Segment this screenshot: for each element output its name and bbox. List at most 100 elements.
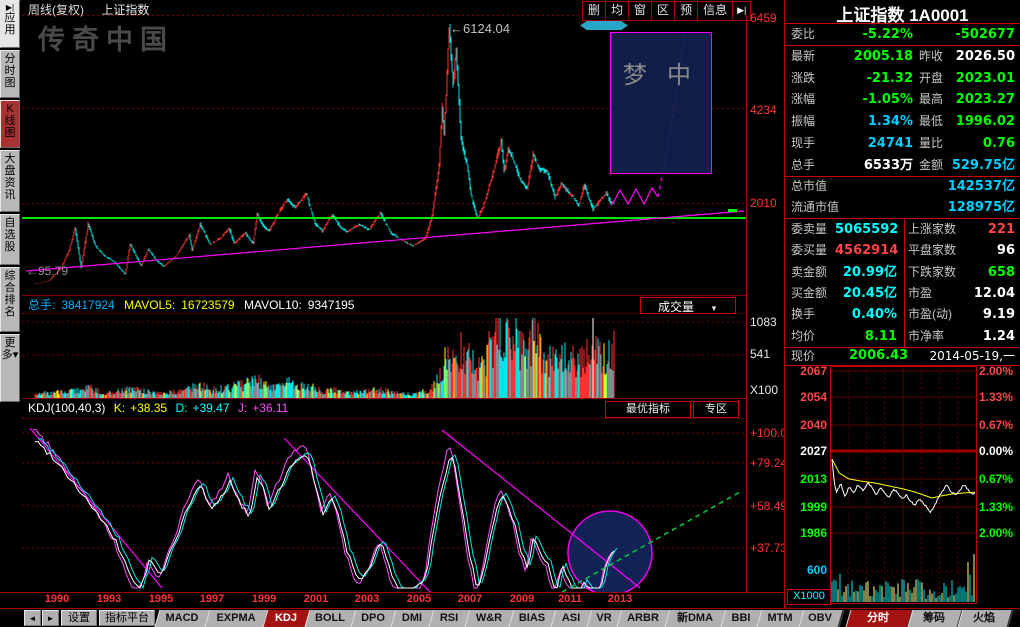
toolbar-button-window[interactable]: 窗: [629, 2, 652, 20]
quote-value: 6533万: [831, 155, 913, 176]
panel-tab-chouma[interactable]: 筹码: [910, 610, 958, 627]
mavol10-value: 9347195: [308, 298, 355, 312]
x-axis-year-2007: 2007: [452, 593, 488, 605]
quote-value: 5065592: [835, 219, 897, 240]
kdj-chart[interactable]: [22, 420, 746, 593]
x-axis-year-2003: 2003: [349, 593, 385, 605]
nav-next-button[interactable]: ►: [42, 610, 59, 626]
quote-label: 总手: [791, 155, 815, 176]
zongshou-value: 38417924: [61, 298, 114, 312]
indicator-tab-bbi[interactable]: BBI: [723, 610, 759, 627]
quote-value: 128975亿: [925, 197, 1015, 218]
peak-price-label: ←6124.04: [450, 21, 510, 36]
quote-row: 卖金额20.99亿下跌家数658: [785, 262, 1020, 283]
toolbar-button-ma[interactable]: 均: [606, 2, 629, 20]
chart-area: 周线(复权) 上证指数 传奇中国 ←6124.04 ←95.79 梦中 删均窗区…: [22, 0, 784, 608]
kdj-axis-79: +79.24: [750, 456, 787, 470]
intraday-right-axis: 1.33%: [979, 390, 1013, 404]
mavol5-label: MAVOL5:: [124, 298, 175, 312]
indicator-tab-obv[interactable]: OBV: [801, 610, 839, 627]
quote-value: 0.76: [925, 133, 1015, 154]
intraday-left-axis: 2067: [785, 364, 827, 378]
settings-button[interactable]: 设置: [61, 610, 97, 626]
quote-row: 振幅1.34%最低1996.02: [785, 111, 1020, 132]
indicator-tab-expma[interactable]: EXPMA: [207, 610, 265, 627]
quote-label: 最新: [791, 46, 815, 67]
quote-value: 12.04: [925, 283, 1015, 304]
date-label: 2014-05-19,一: [915, 347, 1015, 365]
indicator-dropdown[interactable]: 成交量▼: [640, 297, 736, 314]
annotation-text: 梦中: [623, 55, 711, 90]
quote-label: 委买量: [791, 240, 827, 261]
indicator-tab-vr[interactable]: VR: [589, 610, 619, 627]
quote-row: 最新2005.18昨收2026.50: [785, 46, 1020, 67]
toolbar-next-icon[interactable]: ▶|: [733, 2, 750, 20]
panel-tab-huoyan[interactable]: 火焰: [960, 610, 1008, 627]
sidebar-item-label: 自选股: [5, 217, 16, 253]
sidebar-item-label: 大盘资讯: [5, 153, 16, 201]
quote-row: 涨跌-21.32开盘2023.01: [785, 68, 1020, 89]
vol-axis-scale: X100: [750, 383, 778, 397]
sidebar-item-kline-chart[interactable]: K线图: [0, 100, 20, 148]
quote-label: 振幅: [791, 111, 815, 132]
volume-chart[interactable]: [22, 315, 746, 399]
chevron-down-icon: ▼: [710, 304, 718, 313]
kdj-j-value: +36.11: [252, 401, 288, 415]
indicator-tab-新dma[interactable]: 新DMA: [667, 610, 723, 627]
quote-value: 142537亿: [925, 176, 1015, 197]
indicator-tab-bias[interactable]: BIAS: [511, 610, 553, 627]
toolbar-button-forecast[interactable]: 预: [675, 2, 698, 20]
quote-value: 2023.01: [925, 68, 1015, 89]
indicator-tab-dpo[interactable]: DPO: [353, 610, 393, 627]
cursor-arrow-icon: [580, 21, 628, 30]
indicator-tab-boll[interactable]: BOLL: [307, 610, 353, 627]
x-axis-year-1999: 1999: [246, 593, 282, 605]
weibi-label: 委比: [791, 24, 815, 45]
zone-button[interactable]: 专区: [693, 401, 739, 418]
quote-label: 涨幅: [791, 89, 815, 110]
sidebar-item-ranking[interactable]: 综合排名: [0, 267, 20, 332]
quote-label: 流通市值: [791, 197, 839, 218]
sidebar-item-watchlist[interactable]: 自选股: [0, 214, 20, 265]
quote-value: 9.19: [925, 304, 1015, 325]
divider: [0, 592, 784, 593]
indicator-tab-macd[interactable]: MACD: [157, 610, 207, 627]
sidebar-item-more[interactable]: 更多▾: [0, 334, 20, 402]
quote-value: 20.45亿: [835, 283, 897, 304]
indicator-tab-dmi[interactable]: DMI: [393, 610, 431, 627]
bottom-toolbar: ◄►设置指标平台MACDEXPMAKDJBOLLDPODMIRSIW&RBIAS…: [0, 608, 1020, 627]
x-axis-year-1993: 1993: [91, 593, 127, 605]
quote-value: 96: [925, 240, 1015, 261]
kdj-axis-58: +58.49: [750, 499, 787, 513]
quote-value: 2023.27: [925, 89, 1015, 110]
quote-label: 现手: [791, 133, 815, 154]
indicator-tab-kdj[interactable]: KDJ: [265, 610, 307, 627]
indicator-tab-w&r[interactable]: W&R: [467, 610, 511, 627]
quote-label: 涨跌: [791, 68, 815, 89]
toolbar-button-zone[interactable]: 区: [652, 2, 675, 20]
quote-value: 1.24: [925, 326, 1015, 347]
quote-label: 买金额: [791, 283, 827, 304]
mavol5-value: 16723579: [181, 298, 234, 312]
intraday-chart[interactable]: [830, 366, 977, 605]
indicator-tab-rsi[interactable]: RSI: [431, 610, 467, 627]
quote-label: 委卖量: [791, 219, 827, 240]
kdj-d-label: D:: [175, 401, 187, 415]
sidebar-item-app[interactable]: ▶|应用: [0, 0, 20, 48]
indicator-platform-button[interactable]: 指标平台: [99, 610, 155, 626]
intraday-right-axis: 0.00%: [979, 444, 1013, 458]
indicator-tab-arbr[interactable]: ARBR: [619, 610, 667, 627]
toolbar-button-info[interactable]: 信息: [698, 2, 733, 20]
best-indicator-button[interactable]: 最优指标: [605, 401, 691, 418]
toolbar-button-delete[interactable]: 删: [583, 2, 606, 20]
current-price-row: 现价 2006.43 2014-05-19,一: [785, 347, 1020, 365]
panel-tab-fenshi[interactable]: 分时: [848, 610, 908, 627]
sidebar-item-intraday-chart[interactable]: 分时图: [0, 50, 20, 98]
nav-prev-button[interactable]: ◄: [24, 610, 41, 626]
indicator-tab-mtm[interactable]: MTM: [759, 610, 801, 627]
current-price-value: 2006.43: [849, 347, 908, 365]
quote-value: 1.34%: [831, 111, 913, 132]
sidebar-item-market-news[interactable]: 大盘资讯: [0, 150, 20, 212]
indicator-tab-asi[interactable]: ASI: [553, 610, 589, 627]
axis-divider: [746, 15, 747, 593]
